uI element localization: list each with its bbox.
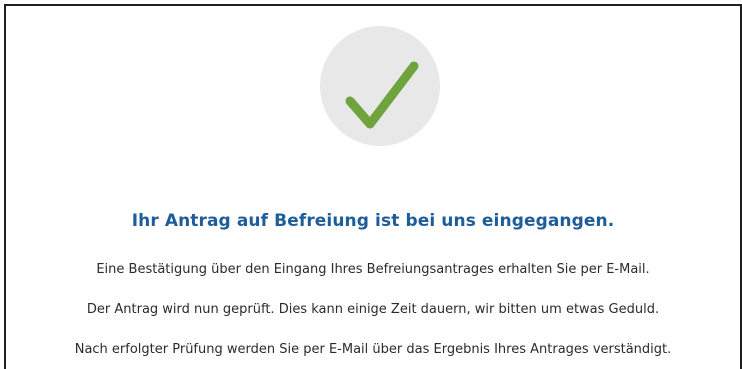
checkmark-icon	[345, 61, 419, 129]
confirmation-panel: Ihr Antrag auf Befreiung ist bei uns ein…	[4, 4, 742, 369]
confirmation-title: Ihr Antrag auf Befreiung ist bei uns ein…	[131, 211, 615, 231]
success-icon-container	[320, 26, 440, 146]
confirmation-message-review: Der Antrag wird nun geprüft. Dies kann e…	[86, 302, 660, 317]
confirmation-message-email: Eine Bestätigung über den Eingang Ihres …	[96, 262, 650, 277]
icon-circle	[320, 26, 440, 146]
confirmation-message-result: Nach erfolgter Prüfung werden Sie per E-…	[74, 342, 672, 357]
